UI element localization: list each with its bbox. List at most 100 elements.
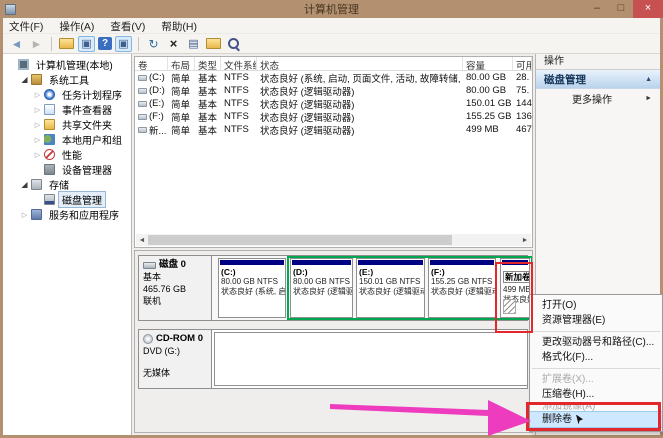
collapse-icon[interactable]: ▲ [645, 76, 652, 83]
menu-help[interactable]: 帮助(H) [161, 19, 197, 34]
expanded-expander-icon[interactable]: ◢ [19, 75, 30, 84]
scroll-left-arrow[interactable]: ◄ [136, 237, 148, 244]
delete-icon[interactable]: × [165, 36, 182, 52]
up-folder-icon[interactable] [58, 36, 75, 52]
volume-name-cell: (F:) [135, 111, 168, 122]
back-icon[interactable]: ◄ [8, 36, 25, 52]
partition-e[interactable]: (E:)150.01 GB NTFS状态良好 (逻辑驱动器) [356, 258, 425, 318]
column-header-1[interactable]: 布局 [168, 57, 195, 70]
tree-item-local-users-groups[interactable]: ▷本地用户和组 [3, 132, 131, 147]
scrollbar-track[interactable] [148, 234, 519, 246]
volume-icon [138, 101, 147, 107]
cdrom-label[interactable]: CD-ROM 0 DVD (G:) 无媒体 [139, 330, 212, 388]
refresh-icon[interactable]: ↻ [145, 36, 162, 52]
properties-icon[interactable]: ▤ [185, 36, 202, 52]
help-icon[interactable]: ? [98, 37, 112, 50]
disk0-label[interactable]: 磁盘 0 基本 465.76 GB 联机 [139, 256, 212, 320]
menu-item-format[interactable]: 格式化(F)... [530, 350, 662, 365]
menu-bar: 文件(F) 操作(A) 查看(V) 帮助(H) [3, 18, 660, 33]
show-action-pane-icon[interactable]: ▣ [115, 36, 132, 52]
menu-item-shrink-volume[interactable]: 压缩卷(H)... [530, 387, 662, 402]
tree-item-performance[interactable]: ▷性能 [3, 147, 131, 162]
column-header-0[interactable]: 卷 [135, 57, 168, 70]
column-header-2[interactable]: 类型 [195, 57, 221, 70]
volume-row-f[interactable]: (F:)简单基本NTFS状态良好 (逻辑驱动器)155.25 GB136 [135, 110, 532, 123]
partition-f[interactable]: (F:)155.25 GB NTFS状态良好 (逻辑驱动器) [428, 258, 496, 318]
forward-icon[interactable]: ► [28, 36, 45, 52]
show-console-tree-icon[interactable]: ▣ [78, 36, 95, 52]
partition-size: 155.25 GB NTFS [429, 277, 495, 287]
menu-item-extend-volume[interactable]: 扩展卷(X)... [530, 372, 662, 387]
menu-file[interactable]: 文件(F) [9, 19, 43, 34]
more-actions-item[interactable]: 更多操作 ► [536, 89, 660, 107]
disk0-row: 磁盘 0 基本 465.76 GB 联机 (C:)80.00 GB NTFS状态… [138, 255, 528, 321]
scroll-right-arrow[interactable]: ► [519, 237, 531, 244]
column-header-3[interactable]: 文件系统 [221, 57, 257, 70]
menu-item-explorer[interactable]: 资源管理器(E) [530, 313, 662, 328]
find-icon[interactable] [225, 36, 242, 52]
volume-row-d[interactable]: (D:)简单基本NTFS状态良好 (逻辑驱动器)80.00 GB75. [135, 84, 532, 97]
partition-d[interactable]: (D:)80.00 GB NTFS状态良好 (逻辑驱动器) [290, 258, 353, 318]
menu-item-open[interactable]: 打开(O) [530, 298, 662, 313]
volume-row-e[interactable]: (E:)简单基本NTFS状态良好 (逻辑驱动器)150.01 GB144 [135, 97, 532, 110]
expanded-expander-icon[interactable]: ◢ [19, 180, 30, 189]
volume-status: 状态良好 (逻辑驱动器) [257, 84, 463, 98]
cdrom-media-cell[interactable] [214, 332, 528, 386]
partition-type-strip [430, 260, 494, 265]
disk-management-section-header[interactable]: 磁盘管理 ▲ [536, 70, 660, 89]
volume-capacity: 499 MB [463, 124, 513, 135]
volume-name: 新... [149, 123, 166, 137]
collapsed-expander-icon[interactable]: ▷ [32, 91, 43, 99]
tree-item-event-viewer[interactable]: ▷事件查看器 [3, 102, 131, 117]
maximize-button[interactable]: □ [609, 1, 633, 17]
scrollbar-thumb[interactable] [148, 235, 452, 245]
tree-item-storage[interactable]: ◢存储 [3, 177, 131, 192]
tree-item-disk-management[interactable]: 磁盘管理 [3, 192, 131, 207]
open-folder-icon[interactable] [205, 36, 222, 52]
collapsed-expander-icon[interactable]: ▷ [32, 121, 43, 129]
partition-size: 80.00 GB NTFS [219, 277, 285, 287]
console-tree-pane: 计算机管理(本地)◢系统工具▷任务计划程序▷事件查看器▷共享文件夹▷本地用户和组… [3, 54, 132, 435]
volume-name-cell: (E:) [135, 98, 168, 109]
minimize-button[interactable]: – [585, 1, 609, 17]
volume-row-[interactable]: 新...简单基本NTFS状态良好 (逻辑驱动器)499 MB467 [135, 123, 532, 136]
partition-c[interactable]: (C:)80.00 GB NTFS状态良好 (系统, 启动, 页面文件, 活动,… [218, 258, 286, 318]
menu-item-change-drive-letter[interactable]: 更改驱动器号和路径(C)... [530, 335, 662, 350]
volume-type: 基本 [195, 123, 221, 137]
volume-icon [138, 114, 147, 120]
tree-item-system-tools[interactable]: ◢系统工具 [3, 72, 131, 87]
collapsed-expander-icon[interactable]: ▷ [32, 106, 43, 114]
tree-item-services-applications[interactable]: ▷服务和应用程序 [3, 207, 131, 222]
cdrom-row: CD-ROM 0 DVD (G:) 无媒体 [138, 329, 528, 389]
volume-layout: 简单 [168, 71, 195, 85]
tree-item-computer-management[interactable]: 计算机管理(本地) [3, 57, 131, 72]
collapsed-expander-icon[interactable]: ▷ [32, 136, 43, 144]
tree-item-task-scheduler[interactable]: ▷任务计划程序 [3, 87, 131, 102]
window-title: 计算机管理 [0, 1, 663, 17]
tree-item-device-manager[interactable]: 设备管理器 [3, 162, 131, 177]
volume-row-c[interactable]: (C:)简单基本NTFS状态良好 (系统, 启动, 页面文件, 活动, 故障转储… [135, 71, 532, 84]
column-header-5[interactable]: 容量 [463, 57, 513, 70]
window-controls: – □ × [585, 0, 663, 18]
tree-item-shared-folders[interactable]: ▷共享文件夹 [3, 117, 131, 132]
menu-view[interactable]: 查看(V) [110, 19, 145, 34]
volume-name: (F:) [149, 111, 164, 122]
submenu-arrow-icon: ► [645, 95, 652, 102]
column-header-6[interactable]: 可用 [513, 57, 532, 70]
menu-item-delete-volume[interactable]: 删除卷 [530, 411, 662, 428]
partition-name: (D:) [291, 267, 352, 277]
disk-icon [143, 262, 156, 269]
column-header-4[interactable]: 状态 [257, 57, 463, 70]
horizontal-scrollbar[interactable]: ◄ ► [136, 234, 531, 246]
partition-status: 状态良好 (逻辑驱动器) [429, 287, 495, 297]
close-button[interactable]: × [633, 0, 663, 18]
menu-item-add-mirror[interactable]: 添加镜像(A) [530, 402, 662, 411]
selection-hatch [503, 299, 516, 314]
collapsed-expander-icon[interactable]: ▷ [19, 211, 30, 219]
menu-item-label: 添加镜像(A) [542, 402, 595, 411]
collapsed-expander-icon[interactable]: ▷ [32, 151, 43, 159]
partition-new-volume[interactable]: 新加卷499 MB NTFS状态良好 (逻辑驱动器) [500, 258, 530, 318]
menu-action[interactable]: 操作(A) [59, 19, 94, 34]
volume-name: (E:) [149, 98, 164, 109]
titlebar[interactable]: 计算机管理 – □ × [0, 0, 663, 18]
